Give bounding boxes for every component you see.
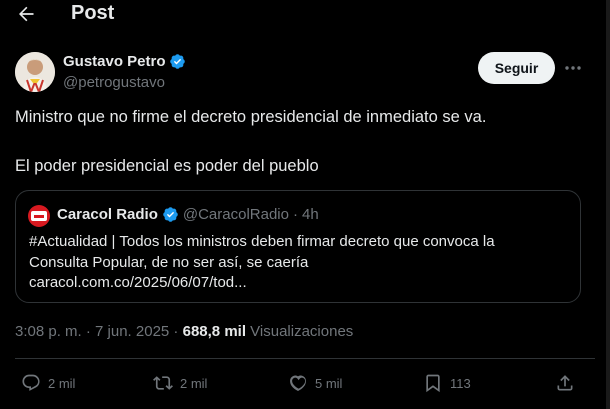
post-timestamp[interactable]: 3:08 p. m. · 7 jun. 2025 · [15, 323, 178, 340]
reply-icon [22, 374, 40, 391]
like-button[interactable]: 5 mil [288, 372, 342, 394]
quote-time: 4h [301, 206, 319, 223]
more-icon [565, 66, 581, 70]
views-count: 688,8 mil [182, 323, 246, 340]
verified-icon [169, 54, 185, 69]
repost-count: 2 mil [180, 375, 208, 391]
reply-count: 2 mil [48, 375, 76, 391]
tweet-text-line: El poder presidencial es poder del puebl… [15, 157, 319, 175]
quote-text-line: Consulta Popular, de no ser así, se caer… [29, 253, 309, 271]
verified-icon [163, 207, 178, 222]
tweet-text-line: Ministro que no firme el decreto preside… [15, 108, 487, 126]
divider [15, 358, 595, 359]
quoted-post[interactable]: Caracol Radio @CaracolRadio · 4h #Actual… [15, 190, 581, 303]
quote-author-handle: @CaracolRadio [182, 206, 289, 223]
share-icon [557, 375, 573, 391]
share-button[interactable] [555, 372, 575, 394]
author-avatar[interactable] [15, 52, 55, 92]
quote-text: #Actualidad | Todos los ministros deben … [29, 232, 569, 294]
caracol-logo [31, 211, 47, 221]
views-label: Visualizaciones [250, 323, 354, 340]
reply-button[interactable]: 2 mil [21, 372, 75, 394]
author-handle[interactable]: @petrogustavo [63, 74, 165, 91]
author-name[interactable]: Gustavo Petro [63, 53, 186, 70]
bookmark-button[interactable]: 113 [423, 372, 471, 394]
quote-text-line: #Actualidad | Todos los ministros deben … [29, 233, 495, 250]
scrollbar[interactable] [606, 0, 610, 409]
author-name-text: Gustavo Petro [63, 53, 166, 70]
quote-avatar [28, 205, 50, 227]
quote-separator: · [292, 206, 298, 223]
quote-link[interactable]: caracol.com.co/2025/06/07/tod... [29, 273, 569, 294]
repost-icon [153, 376, 173, 390]
post-header: Post [0, 0, 610, 30]
quote-author-name: Caracol Radio [57, 206, 158, 223]
more-options-button[interactable] [562, 58, 584, 78]
quote-header: Caracol Radio @CaracolRadio · 4h [57, 206, 319, 223]
follow-button[interactable]: Seguir [478, 52, 555, 84]
back-button[interactable] [14, 2, 38, 26]
post-meta: 3:08 p. m. · 7 jun. 2025 · 688,8 mil Vis… [15, 323, 353, 340]
repost-button[interactable]: 2 mil [153, 372, 207, 394]
bookmark-icon [426, 374, 440, 393]
page-title: Post [71, 2, 115, 24]
back-arrow-icon [19, 6, 34, 22]
like-icon [290, 375, 306, 391]
like-count: 5 mil [315, 375, 343, 391]
bookmark-count: 113 [450, 375, 471, 391]
